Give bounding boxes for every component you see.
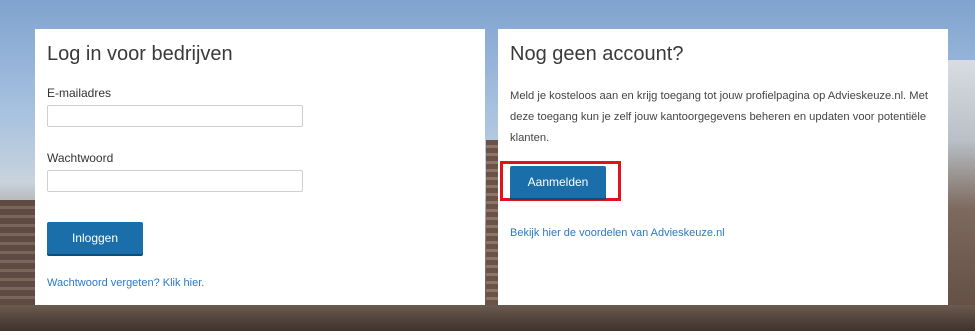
background-ground [0,305,975,331]
background-houses-right [948,60,975,331]
password-field-group: Wachtwoord [47,151,473,192]
login-title: Log in voor bedrijven [47,43,233,65]
advantages-link[interactable]: Bekijk hier de voordelen van Advieskeuze… [510,227,725,239]
login-button[interactable]: Inloggen [47,222,143,254]
email-field-group: E-mailadres [47,86,473,127]
register-card: Nog geen account? Meld je kosteloos aan … [498,29,948,305]
password-input[interactable] [47,170,303,192]
login-card: Log in voor bedrijven E-mailadres Wachtw… [35,29,485,305]
password-label: Wachtwoord [47,151,114,165]
email-label: E-mailadres [47,86,112,100]
email-input[interactable] [47,105,303,127]
register-button[interactable]: Aanmelden [510,166,606,198]
forgot-password-link[interactable]: Wachtwoord vergeten? Klik hier. [47,277,204,289]
register-title: Nog geen account? [510,43,684,65]
register-description: Meld je kosteloos aan en krijg toegang t… [510,90,928,144]
